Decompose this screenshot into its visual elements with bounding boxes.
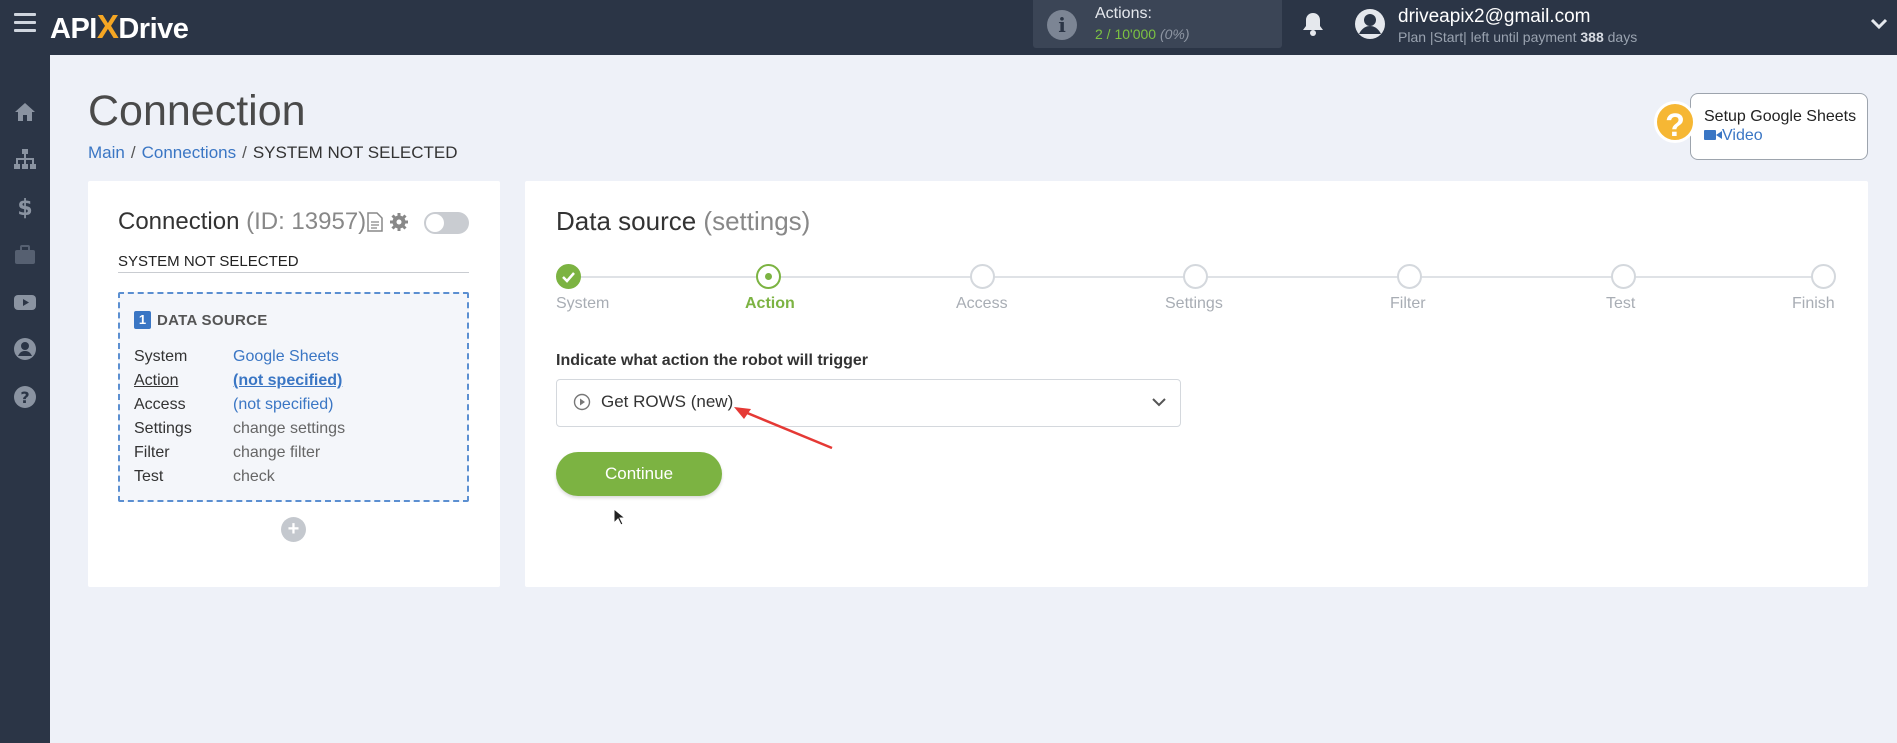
ds-value-filter[interactable]: change filter — [233, 444, 320, 462]
chevron-down-icon[interactable] — [1151, 396, 1167, 408]
step-label-system[interactable]: System — [556, 295, 609, 313]
step-label-access[interactable]: Access — [956, 295, 1008, 313]
ds-label-settings: Settings — [134, 420, 192, 437]
step-label-settings[interactable]: Settings — [1165, 295, 1223, 313]
breadcrumb-main[interactable]: Main — [88, 143, 125, 162]
actions-value: 2 / 10'000 (0%) — [1095, 26, 1190, 42]
ds-label-system: System — [134, 348, 188, 365]
actions-counter: i Actions: 2 / 10'000 (0%) — [1033, 0, 1282, 48]
breadcrumb-current: SYSTEM NOT SELECTED — [252, 143, 458, 162]
ds-label-access: Access — [134, 396, 186, 413]
step-label-finish[interactable]: Finish — [1792, 295, 1835, 313]
step-filter-dot[interactable] — [1397, 264, 1422, 289]
step-label-filter[interactable]: Filter — [1390, 295, 1426, 313]
bell-icon[interactable] — [1302, 11, 1324, 37]
connection-toggle[interactable] — [424, 212, 469, 234]
svg-text:?: ? — [20, 388, 29, 407]
breadcrumb-connections[interactable]: Connections — [142, 143, 237, 162]
sitemap-icon[interactable] — [13, 147, 37, 171]
continue-button[interactable]: Continue — [556, 452, 722, 496]
user-avatar-icon[interactable] — [1354, 8, 1386, 40]
ds-label-action[interactable]: Action — [134, 372, 178, 390]
gear-icon[interactable] — [389, 212, 409, 232]
add-destination-button[interactable]: + — [281, 517, 306, 542]
help-video-link[interactable]: Video — [1704, 127, 1763, 145]
step-number-badge: 1 — [134, 311, 151, 329]
sidebar: $ ? — [0, 55, 50, 743]
system-name: SYSTEM NOT SELECTED — [118, 253, 299, 270]
step-settings-dot[interactable] — [1183, 264, 1208, 289]
breadcrumb: Main / Connections / SYSTEM NOT SELECTED — [88, 143, 458, 162]
user-icon[interactable] — [13, 337, 37, 361]
chevron-down-icon[interactable] — [1870, 17, 1888, 31]
ds-label-filter: Filter — [134, 444, 170, 461]
menu-icon[interactable] — [14, 13, 36, 33]
video-camera-icon — [1704, 130, 1722, 140]
top-bar: APIXDrive i Actions: 2 / 10'000 (0%) dri… — [0, 0, 1897, 55]
play-circle-icon — [573, 393, 591, 411]
ds-value-system[interactable]: Google Sheets — [233, 348, 339, 366]
data-source-heading: DATA SOURCE — [157, 312, 268, 329]
svg-text:$: $ — [17, 196, 32, 219]
connection-title: Connection (ID: 13957) — [118, 208, 367, 235]
question-badge-icon: ? — [1654, 101, 1696, 143]
mouse-cursor-icon — [613, 508, 625, 526]
document-icon[interactable] — [367, 212, 383, 232]
ds-label-test: Test — [134, 468, 164, 485]
plan-info: Plan |Start| left until payment 388 days — [1398, 29, 1638, 45]
ds-value-access[interactable]: (not specified) — [233, 396, 334, 414]
actions-label: Actions: — [1095, 5, 1152, 22]
step-label-test[interactable]: Test — [1606, 295, 1635, 313]
toggle-knob — [426, 214, 444, 232]
logo[interactable]: APIXDrive — [50, 8, 189, 46]
ds-value-settings[interactable]: change settings — [233, 420, 345, 438]
step-access-dot[interactable] — [970, 264, 995, 289]
step-test-dot[interactable] — [1611, 264, 1636, 289]
step-label-action[interactable]: Action — [745, 295, 795, 313]
page-title: Connection — [88, 87, 306, 135]
home-icon[interactable] — [13, 100, 37, 124]
action-select-value[interactable]: Get ROWS (new) — [601, 392, 733, 412]
briefcase-icon[interactable] — [13, 243, 37, 267]
help-title[interactable]: Setup Google Sheets — [1704, 108, 1856, 126]
data-source-title: Data source (settings) — [556, 206, 811, 236]
step-finish-dot[interactable] — [1811, 264, 1836, 289]
dollar-icon[interactable]: $ — [13, 195, 37, 219]
action-prompt-label: Indicate what action the robot will trig… — [556, 352, 869, 369]
youtube-icon[interactable] — [13, 290, 37, 314]
ds-value-test[interactable]: check — [233, 468, 275, 486]
info-icon: i — [1047, 10, 1077, 40]
red-arrow-annotation — [734, 407, 833, 450]
ds-value-action[interactable]: (not specified) — [233, 372, 342, 390]
divider — [118, 272, 469, 273]
question-icon[interactable]: ? — [13, 385, 37, 409]
check-icon — [562, 272, 575, 283]
step-system-dot[interactable] — [556, 264, 581, 289]
user-email[interactable]: driveapix2@gmail.com — [1398, 6, 1590, 28]
step-action-dot[interactable] — [756, 264, 781, 289]
